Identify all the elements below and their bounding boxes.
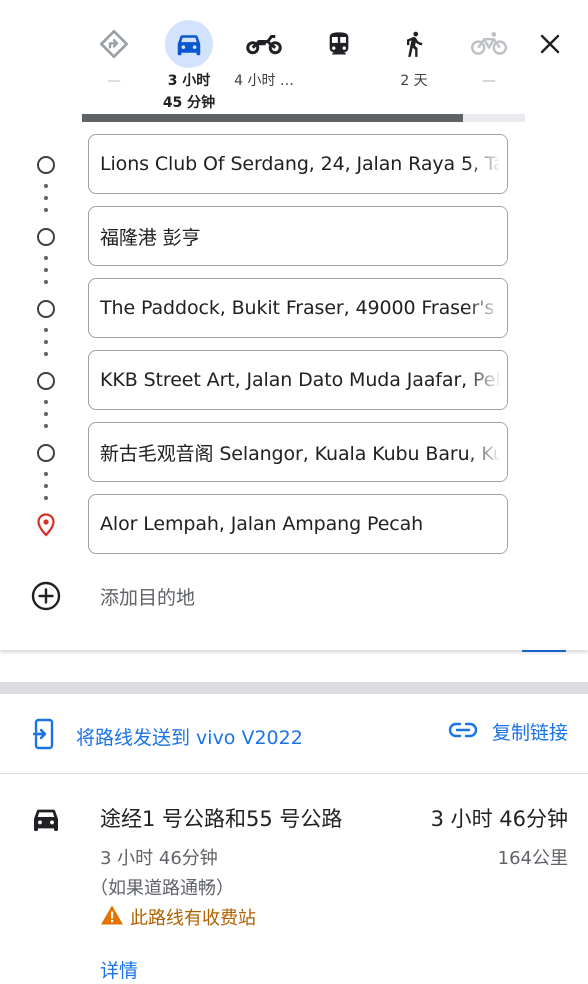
loading-progress-bar [82,114,525,122]
mode-walking-time: 2 天 [400,73,428,89]
copy-link-button[interactable]: 复制链接 [448,718,568,745]
warning-icon [100,904,124,930]
route-actions: 将路线发送到 vivo V2022 复制链接 [0,694,588,774]
stop-5: 新古毛观音阁 Selangor, Kuala Kubu Baru, Kuala [0,422,588,482]
stop-input-4-text: KKB Street Art, Jalan Dato Muda Jaafar, … [100,369,508,391]
waypoint-circle-icon [37,156,55,174]
train-icon [315,20,363,68]
stop-input-1-text: Lions Club Of Serdang, 24, Jalan Raya 5,… [100,153,507,175]
stop-input-3-text: The Paddock, Bukit Fraser, 49000 Fraser'… [100,297,508,319]
link-icon [448,720,478,744]
stop-input-6-text: Alor Lempah, Jalan Ampang Pecah [100,513,424,535]
route-details-link[interactable]: 详情 [100,956,138,983]
mode-walking[interactable]: 2 天 [376,20,452,92]
walking-icon [390,20,438,68]
stop-input-2[interactable]: 福隆港 彭亨 [88,206,508,266]
section-divider [0,682,588,694]
stop-6-destination: Alor Lempah, Jalan Ampang Pecah [0,494,588,554]
mode-motorcycle-time: 4 小时 … [234,73,294,89]
travel-mode-bar: — 3 小时 45 分钟 4 小时 … 2 天 — [0,0,588,112]
car-icon [165,20,213,68]
stop-1: Lions Club Of Serdang, 24, Jalan Raya 5,… [0,134,588,194]
send-to-phone-button[interactable]: 将路线发送到 vivo V2022 [30,718,303,754]
stop-3: The Paddock, Bukit Fraser, 49000 Fraser'… [0,278,588,338]
motorcycle-icon [240,20,288,68]
route-option[interactable]: 途经1 号公路和55 号公路 3 小时 46分钟 3 小时 46分钟 164公里… [0,775,588,984]
stop-input-4[interactable]: KKB Street Art, Jalan Dato Muda Jaafar, … [88,350,508,410]
stop-2: 福隆港 彭亨 [0,206,588,266]
stop-input-2-text: 福隆港 彭亨 [100,226,201,249]
directions-icon [90,20,138,68]
mode-cycling-label: — [482,73,496,89]
add-destination-label: 添加目的地 [100,587,196,609]
waypoint-circle-icon [37,372,55,390]
toll-warning: 此路线有收费站 [100,904,256,930]
waypoint-circle-icon [37,444,55,462]
add-circle-icon [31,581,61,615]
destination-pin-icon [36,513,56,541]
route-distance: 164公里 [497,848,568,869]
close-icon [539,33,561,59]
waypoint-circle-icon [37,228,55,246]
loading-progress-fill [82,114,463,122]
mode-driving-time-hours: 3 小时 [167,73,211,89]
mode-transit[interactable] [301,20,377,70]
mode-motorcycle[interactable]: 4 小时 … [226,20,302,92]
stop-input-6[interactable]: Alor Lempah, Jalan Ampang Pecah [88,494,508,554]
car-icon [30,803,62,839]
stop-input-1[interactable]: Lions Club Of Serdang, 24, Jalan Raya 5,… [88,134,508,194]
waypoint-circle-icon [37,300,55,318]
directions-panel: — 3 小时 45 分钟 4 小时 … 2 天 — Lions Club Of … [0,0,588,650]
stop-4: KKB Street Art, Jalan Dato Muda Jaafar, … [0,350,588,410]
add-destination-button[interactable]: 添加目的地 [0,572,588,620]
stop-input-3[interactable]: The Paddock, Bukit Fraser, 49000 Fraser'… [88,278,508,338]
mode-best-label: — [107,73,121,89]
close-button[interactable] [528,24,572,68]
route-duration: 3 小时 46分钟 [430,807,568,831]
bicycle-icon [465,20,513,68]
stop-input-5-text: 新古毛观音阁 Selangor, Kuala Kubu Baru, Kuala [100,442,508,465]
route-traffic-condition: （如果道路通畅） [90,878,234,899]
stop-input-5[interactable]: 新古毛观音阁 Selangor, Kuala Kubu Baru, Kuala [88,422,508,482]
mode-driving-time-minutes: 45 分钟 [162,95,216,111]
send-to-phone-label: 将路线发送到 vivo V2022 [76,726,303,749]
route-typical-duration: 3 小时 46分钟 [100,848,218,869]
send-to-phone-icon [30,718,58,754]
copy-link-label: 复制链接 [491,722,568,744]
mode-cycling[interactable]: — [451,20,527,92]
mode-driving[interactable]: 3 小时 45 分钟 [151,20,227,114]
toll-warning-label: 此路线有收费站 [130,908,256,929]
mode-best[interactable]: — [76,20,152,92]
route-name: 途经1 号公路和55 号公路 [100,807,343,831]
